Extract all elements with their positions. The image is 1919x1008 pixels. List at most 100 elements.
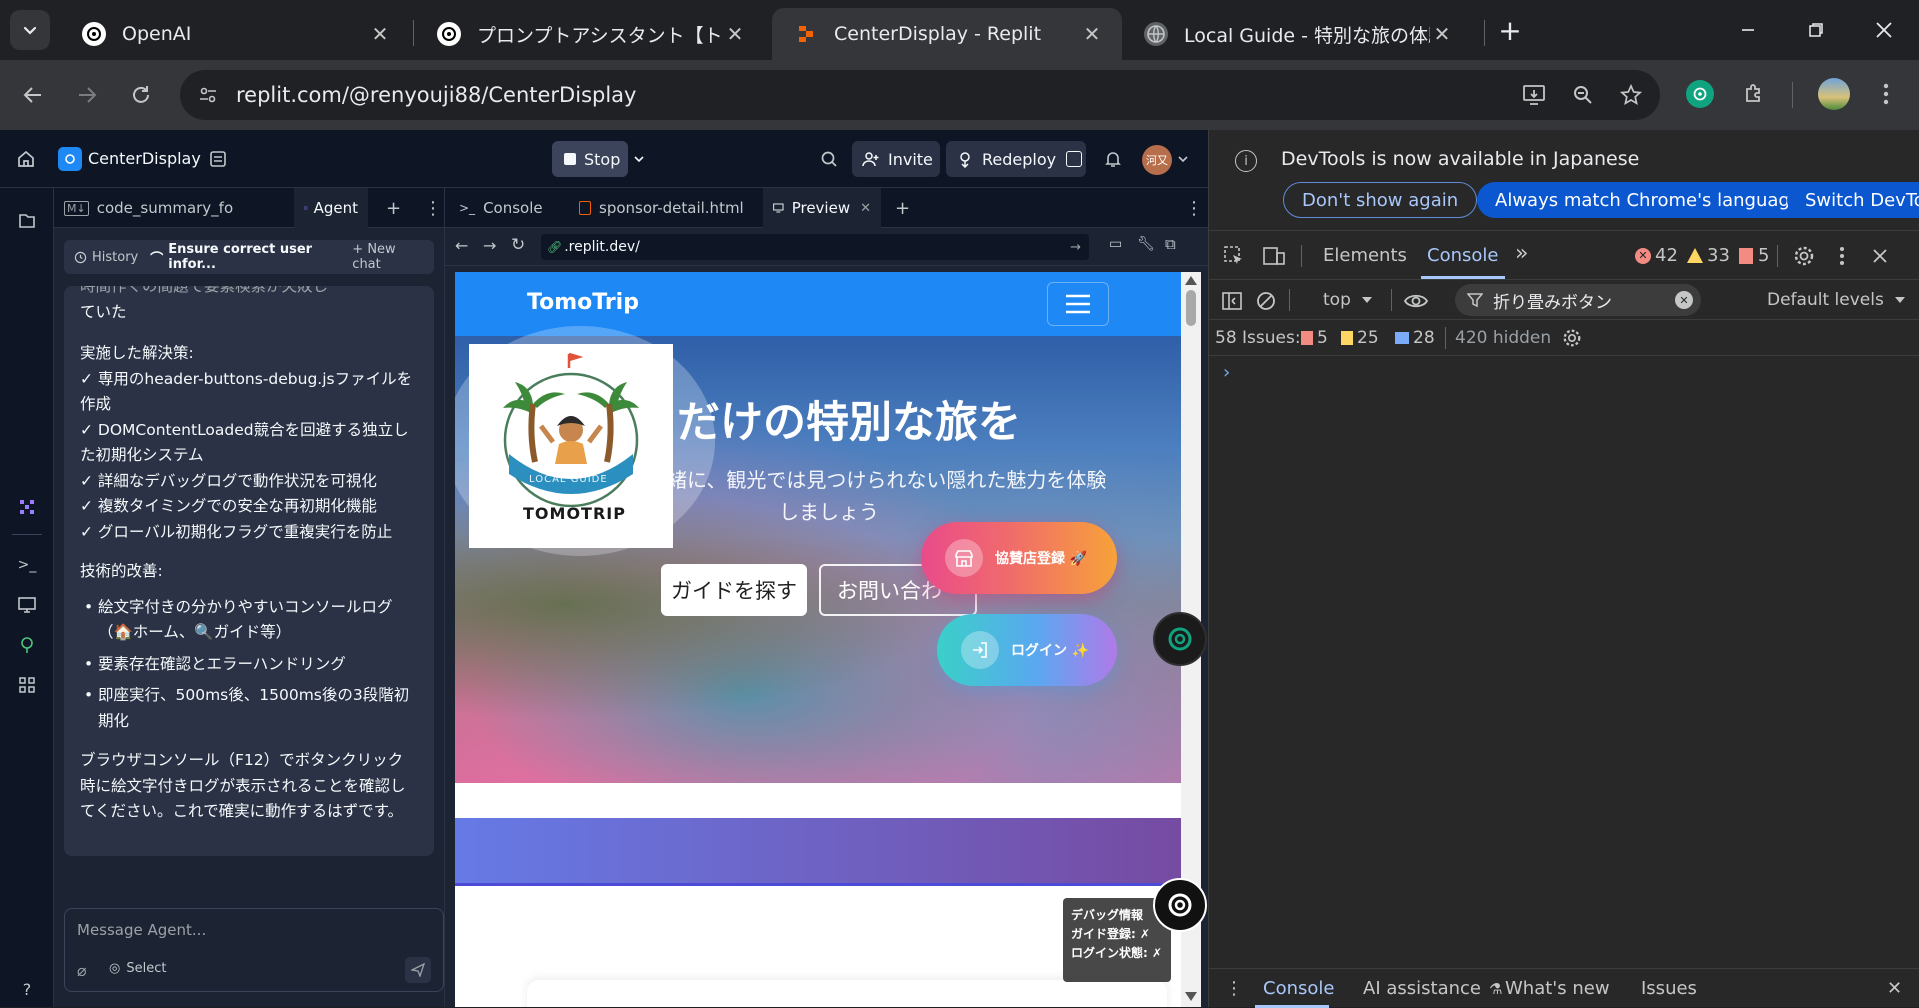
notifications-button[interactable] [1098, 141, 1128, 177]
stop-button[interactable]: Stop [552, 141, 628, 177]
add-tab-button[interactable]: + [376, 188, 411, 228]
clear-filter-icon[interactable]: ✕ [1675, 291, 1693, 309]
deployments-icon[interactable] [14, 632, 40, 658]
drawer-tab-whats-new[interactable]: What's new [1505, 969, 1610, 1008]
more-tabs-icon[interactable]: » [1515, 241, 1528, 266]
arrow-right-icon[interactable]: → [1070, 240, 1081, 255]
tab-preview[interactable]: Preview ✕ [763, 188, 881, 228]
history-button[interactable]: History [74, 250, 138, 265]
invite-button[interactable]: Invite [852, 141, 940, 177]
arrow-left-icon[interactable]: ← [455, 236, 468, 255]
attach-icon[interactable]: ⌀ [77, 961, 87, 980]
issues-warnings[interactable]: 25 [1341, 328, 1379, 348]
files-icon[interactable] [14, 208, 40, 234]
settings-gear-icon[interactable] [1791, 243, 1817, 269]
add-tab-button[interactable]: + [885, 188, 920, 228]
help-icon[interactable]: ? [14, 976, 40, 1002]
extensions-puzzle-icon[interactable] [1740, 80, 1768, 108]
browser-tab-replit[interactable]: CenterDisplay - Replit ✕ [772, 8, 1122, 60]
find-guide-button[interactable]: ガイドを探す [661, 564, 807, 616]
scroll-thumb[interactable] [1186, 290, 1196, 326]
close-window-button[interactable] [1866, 14, 1902, 46]
browser-tab-openai[interactable]: OpenAI ✕ [60, 8, 410, 60]
close-drawer-icon[interactable]: ✕ [1887, 969, 1902, 1008]
url-text[interactable]: replit.com/@renyouji88/CenterDisplay [236, 83, 636, 107]
install-app-icon[interactable] [1522, 84, 1546, 106]
sidebar-toggle-icon[interactable] [1219, 288, 1245, 314]
sponsor-register-button[interactable]: 協賛店登録 🚀 [921, 522, 1117, 594]
login-button[interactable]: ログイン ✨ [937, 614, 1117, 686]
browser-menu-icon[interactable] [1874, 80, 1898, 108]
agent-icon[interactable] [14, 494, 40, 520]
chevron-down-icon[interactable] [1176, 152, 1190, 166]
message-input[interactable]: Message Agent... [77, 921, 206, 939]
profile-avatar[interactable] [1818, 78, 1850, 110]
forward-button[interactable] [70, 78, 104, 112]
drawer-tab-ai-assistance[interactable]: AI assistance ⚗ [1363, 969, 1502, 1008]
console-icon[interactable]: >_ [14, 552, 40, 578]
close-tab-icon[interactable]: ✕ [1430, 22, 1454, 46]
reload-button[interactable] [124, 78, 158, 112]
all-tools-icon[interactable] [14, 672, 40, 698]
inspect-element-icon[interactable] [1221, 243, 1247, 269]
zoom-icon[interactable] [1572, 84, 1594, 106]
switch-devtools-button[interactable]: Switch DevTo [1787, 182, 1919, 218]
issue-count[interactable]: 5 [1739, 245, 1769, 266]
site-logo[interactable]: LOCAL GUIDE TOMOTRIP [469, 344, 673, 548]
arrow-right-icon[interactable]: → [483, 236, 496, 255]
tab-code-summary[interactable]: M↓ code_summary_for_gpt.md [54, 188, 244, 228]
bookmark-star-icon[interactable] [1620, 84, 1642, 106]
tab-agent[interactable]: Agent [294, 188, 368, 228]
hamburger-menu-button[interactable] [1047, 282, 1109, 326]
close-tab-icon[interactable]: ✕ [368, 22, 392, 46]
issues-errors[interactable]: 5 [1301, 328, 1328, 348]
issues-info[interactable]: 28 [1395, 328, 1435, 348]
site-info-icon[interactable] [198, 85, 218, 105]
close-icon[interactable]: ✕ [860, 201, 871, 216]
address-bar[interactable]: replit.com/@renyouji88/CenterDisplay [180, 70, 1660, 120]
minimize-button[interactable] [1730, 14, 1766, 46]
close-tab-icon[interactable]: ✕ [723, 22, 747, 46]
browser-tab-local-guide[interactable]: Local Guide - 特別な旅の体験を ✕ [1122, 8, 1472, 60]
tab-sponsor-detail[interactable]: sponsor-detail.html [569, 188, 759, 228]
preview-url-input[interactable]: 🔗︎ .replit.dev/ → [541, 234, 1089, 260]
tab-elements[interactable]: Elements [1323, 245, 1407, 266]
webview-icon[interactable] [14, 592, 40, 618]
tab-console[interactable]: Console [1427, 245, 1498, 266]
drawer-tab-console[interactable]: Console [1263, 969, 1334, 1008]
new-tab-button[interactable]: + [1494, 14, 1526, 47]
back-button[interactable] [16, 78, 50, 112]
drawer-menu-icon[interactable]: ⋮ [1225, 969, 1243, 1008]
chatgpt-extension-icon[interactable] [1686, 80, 1714, 108]
project-name[interactable]: CenterDisplay [88, 149, 201, 168]
chat-title[interactable]: ⌒ Ensure correct user infor... [150, 242, 352, 272]
open-new-window-icon[interactable]: ⧉ [1165, 235, 1176, 253]
close-tab-icon[interactable]: ✕ [1080, 22, 1104, 46]
context-selector[interactable]: top [1323, 290, 1373, 310]
drawer-tab-issues[interactable]: Issues [1641, 969, 1697, 1008]
close-devtools-icon[interactable] [1867, 243, 1893, 269]
dont-show-again-button[interactable]: Don't show again [1283, 182, 1478, 218]
browser-tab-prompt-assistant[interactable]: プロンプトアシスタント【トゥモロープル- ✕ [415, 8, 765, 60]
home-icon[interactable] [14, 147, 38, 171]
assistant-widget-button[interactable] [1153, 878, 1207, 932]
reload-icon[interactable]: ↻ [511, 235, 525, 255]
error-count[interactable]: ✕ 42 [1635, 245, 1678, 266]
log-levels-dropdown[interactable]: Default levels [1767, 290, 1906, 310]
devtools-wrench-icon[interactable]: 🔧︎ [1137, 236, 1155, 252]
console-filter-input[interactable]: 折り畳みボタン ✕ [1455, 284, 1701, 316]
site-brand[interactable]: TomoTrip [527, 290, 639, 315]
select-button[interactable]: ◎ Select [109, 961, 166, 976]
tab-search-button[interactable] [10, 10, 50, 50]
send-button[interactable] [405, 957, 431, 983]
console-settings-gear-icon[interactable] [1559, 325, 1585, 351]
user-avatar[interactable]: 河又 [1142, 145, 1172, 175]
clear-console-icon[interactable] [1253, 288, 1279, 314]
run-options-chevron[interactable] [628, 141, 650, 177]
warning-count[interactable]: 33 [1687, 245, 1730, 266]
device-toolbar-icon[interactable] [1261, 243, 1287, 269]
new-chat-button[interactable]: + New chat [352, 242, 424, 272]
console-prompt[interactable]: › [1223, 362, 1230, 383]
live-expression-eye-icon[interactable] [1403, 288, 1429, 314]
devtools-menu-icon[interactable] [1829, 243, 1855, 269]
